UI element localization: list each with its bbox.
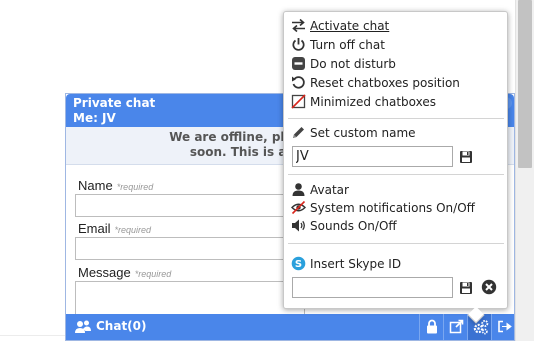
popout-icon [449,319,464,334]
menu-item-sounds[interactable]: Sounds On/Off [291,218,397,236]
menu-separator [288,174,504,175]
chat-count-label: Chat(0) [96,319,147,333]
clear-skype-icon[interactable] [481,279,497,295]
skype-icon: S [291,256,306,271]
chat-footer[interactable]: Chat(0) [66,314,514,340]
menu-item-activate-chat[interactable]: Activate chat [291,18,389,36]
email-required: *required [114,225,152,235]
name-label: Name *required [78,178,153,193]
minimize-off-icon [291,94,306,109]
speaker-icon [291,218,306,233]
message-label: Message *required [78,265,171,280]
chat-settings-menu: Activate chat Turn off chat Do not distu… [283,11,508,324]
signout-button[interactable] [491,314,515,340]
power-icon [291,37,306,52]
svg-text:S: S [295,259,302,270]
custom-name-input[interactable] [292,146,453,167]
menu-item-label: System notifications On/Off [310,201,475,215]
menu-item-reset-position[interactable]: Reset chatboxes position [291,75,460,93]
menu-item-label: Sounds On/Off [310,219,397,233]
pencil-icon [291,125,306,140]
email-field[interactable] [75,237,305,260]
name-label-text: Name [78,178,113,193]
name-field[interactable] [75,194,305,217]
menu-item-label: Activate chat [310,19,390,33]
reset-icon [291,75,306,90]
eye-off-icon [291,200,306,215]
page-scrollbar[interactable] [515,0,534,341]
arrows-swap-icon [291,18,306,33]
menu-item-avatar[interactable]: Avatar [291,182,349,200]
menu-item-label: Do not disturb [310,57,396,71]
message-label-text: Message [78,265,131,280]
people-icon [74,319,92,335]
save-name-icon[interactable] [459,150,473,164]
set-custom-name-label: Set custom name [291,125,416,143]
chat-me-label: Me: JV [73,111,116,125]
menu-separator [288,243,504,244]
save-skype-icon[interactable] [459,281,473,295]
menu-item-label: Set custom name [310,126,416,140]
name-required: *required [116,182,154,192]
menu-item-system-notifications[interactable]: System notifications On/Off [291,200,475,218]
menu-item-do-not-disturb[interactable]: Do not disturb [291,56,396,74]
menu-item-minimized-chatboxes[interactable]: Minimized chatboxes [291,94,436,112]
menu-item-label: Insert Skype ID [310,257,402,271]
menu-item-label: Avatar [310,183,349,197]
insert-skype-label: S Insert Skype ID [291,256,401,274]
message-required: *required [134,269,172,279]
signout-icon [498,320,512,333]
scrollbar-thumb[interactable] [518,0,532,168]
skype-id-input[interactable] [292,277,453,298]
lock-button[interactable] [419,314,443,340]
minus-circle-icon [291,56,306,71]
menu-item-label: Turn off chat [310,38,385,52]
email-label: Email *required [78,221,151,236]
popout-button[interactable] [443,314,467,340]
email-label-text: Email [78,221,111,236]
menu-item-label: Reset chatboxes position [310,76,460,90]
menu-item-label: Minimized chatboxes [310,95,436,109]
menu-item-turn-off-chat[interactable]: Turn off chat [291,37,385,55]
chat-title: Private chat [73,96,156,110]
message-field[interactable] [75,281,305,317]
user-icon [291,182,306,197]
lock-icon [427,319,437,334]
menu-separator [288,118,504,119]
